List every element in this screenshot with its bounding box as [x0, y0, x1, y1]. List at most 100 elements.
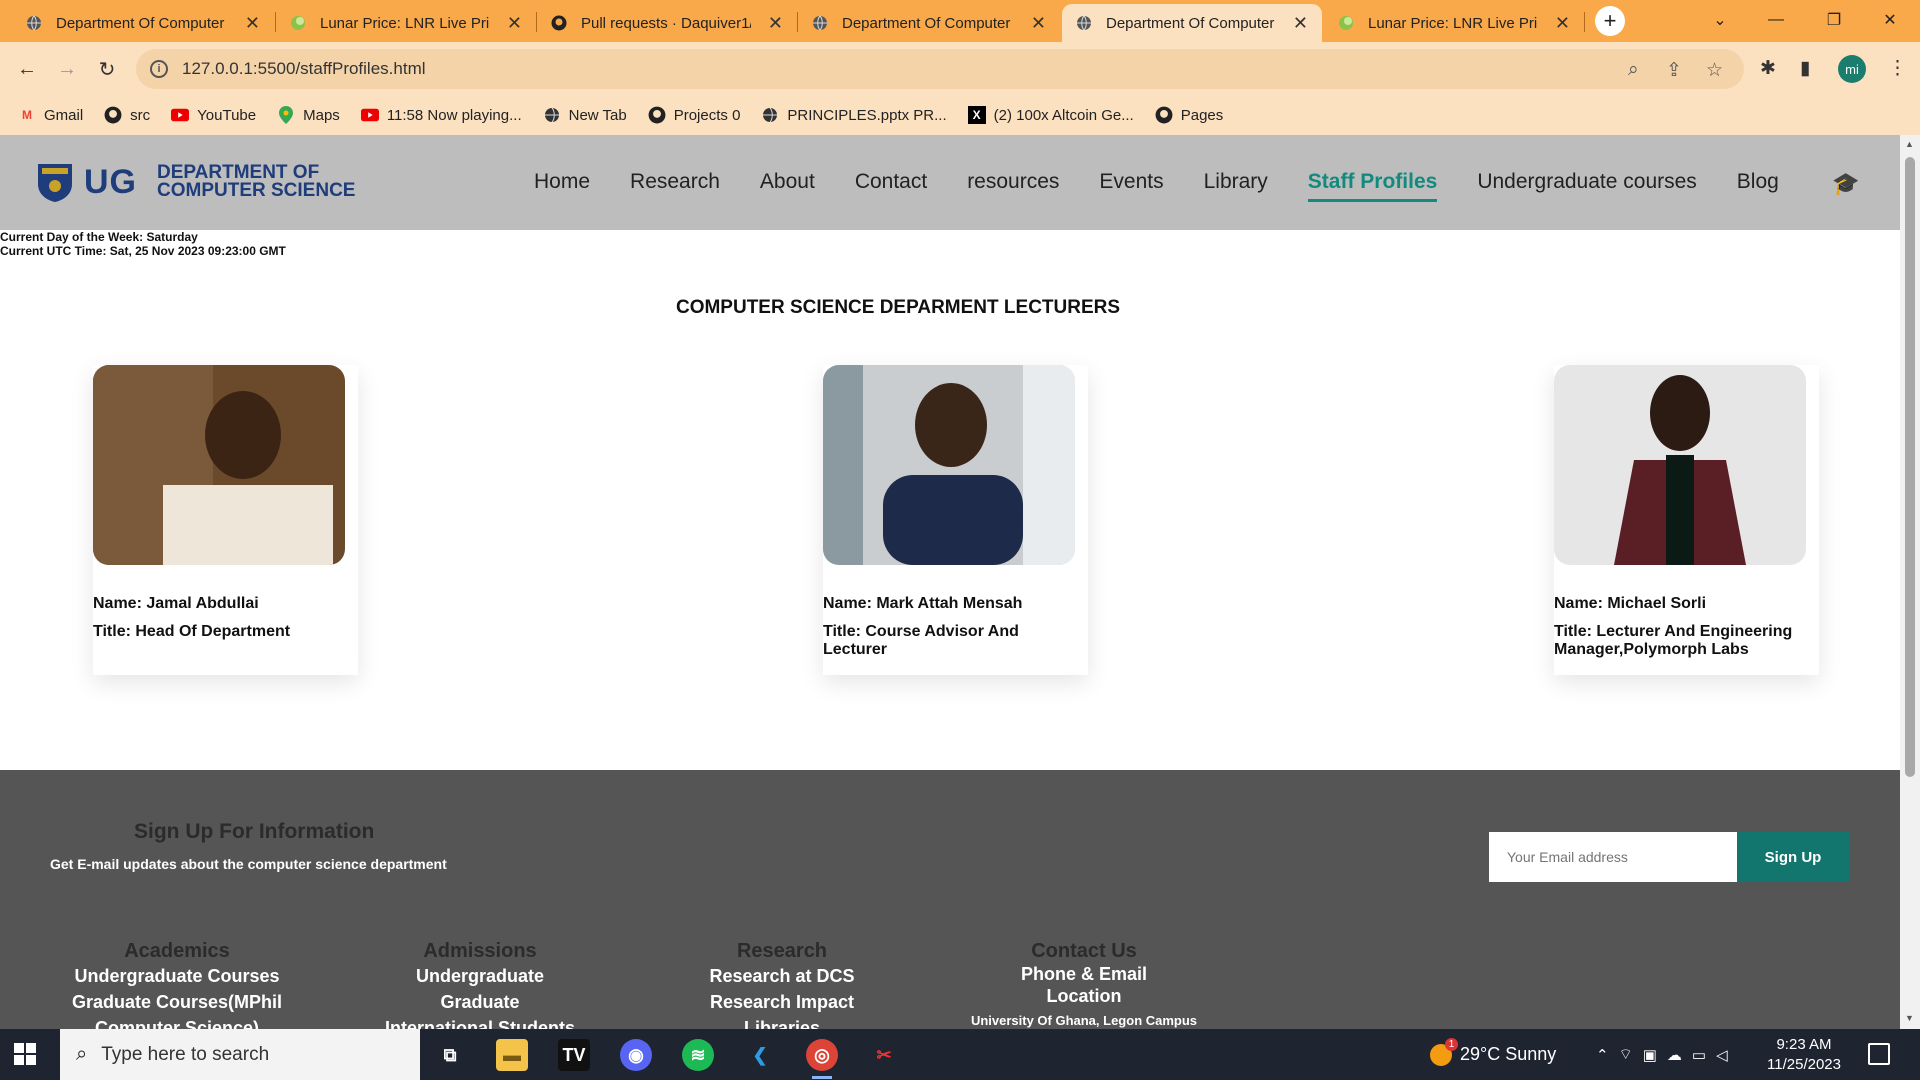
email-field[interactable]: [1489, 832, 1737, 882]
bookmark-new-tab[interactable]: New Tab: [543, 106, 627, 124]
star-icon[interactable]: ☆: [1706, 59, 1723, 82]
tradingview-icon[interactable]: TV: [558, 1039, 590, 1071]
footer-link[interactable]: Undergraduate: [350, 963, 610, 989]
scroll-thumb[interactable]: [1905, 157, 1915, 777]
close-window-button[interactable]: ✕: [1862, 0, 1918, 40]
battery-icon[interactable]: ▭: [1692, 1046, 1716, 1064]
share-icon[interactable]: ⇪: [1666, 59, 1682, 82]
bookmark-youtube[interactable]: YouTube: [171, 106, 256, 124]
zoom-icon[interactable]: ⌕: [1628, 59, 1639, 81]
close-icon[interactable]: ✕: [1293, 13, 1308, 34]
ug-crest-icon: [38, 164, 72, 202]
spotify-icon[interactable]: ≋: [682, 1039, 714, 1071]
tab-5-active[interactable]: Department Of Computer ✕: [1062, 4, 1322, 42]
tab-title: Department Of Computer: [56, 14, 225, 32]
windows-start-icon[interactable]: [14, 1043, 36, 1065]
footer-link[interactable]: International Students: [350, 1015, 610, 1029]
footer-link[interactable]: Libraries: [652, 1015, 912, 1029]
kebab-menu-icon[interactable]: ⋮: [1888, 57, 1907, 80]
profile-avatar[interactable]: mi: [1838, 55, 1866, 83]
file-explorer-icon[interactable]: ▬: [496, 1039, 528, 1071]
tab-1[interactable]: Department Of Computer ✕: [12, 4, 274, 42]
task-view-icon[interactable]: ⧉: [434, 1039, 466, 1071]
bookmark-pages[interactable]: Pages: [1155, 106, 1223, 124]
nav-resources[interactable]: resources: [967, 170, 1059, 194]
footer-link[interactable]: Graduate: [350, 989, 610, 1015]
bookmark-label: Maps: [303, 106, 340, 124]
nav-library[interactable]: Library: [1204, 170, 1268, 194]
browser-toolbar: ← → ↻ i 127.0.0.1:5500/staffProfiles.htm…: [0, 42, 1920, 96]
onedrive-icon[interactable]: ☁: [1667, 1046, 1692, 1064]
github-icon: [551, 15, 567, 31]
close-icon[interactable]: ✕: [1031, 13, 1046, 34]
chrome-icon[interactable]: ◎: [806, 1039, 838, 1071]
sign-up-button[interactable]: Sign Up: [1737, 832, 1849, 882]
bookmark-gmail[interactable]: M Gmail: [18, 106, 83, 124]
tab-3[interactable]: Pull requests · Daquiver1/D ✕: [537, 4, 797, 42]
bookmark-now-playing[interactable]: 11:58 Now playing...: [360, 106, 522, 124]
nav-staff-profiles[interactable]: Staff Profiles: [1307, 170, 1437, 202]
extensions-icon[interactable]: ✱: [1760, 57, 1776, 80]
chevron-down-icon[interactable]: ⌄: [1692, 0, 1748, 40]
footer-link[interactable]: Undergraduate Courses: [47, 963, 307, 989]
url-text[interactable]: 127.0.0.1:5500/staffProfiles.html: [182, 59, 426, 79]
close-icon[interactable]: ✕: [768, 13, 783, 34]
nav-home[interactable]: Home: [534, 170, 590, 194]
nav-blog[interactable]: Blog: [1737, 170, 1779, 194]
graduation-cap-icon[interactable]: 🎓: [1832, 171, 1859, 197]
chevron-up-icon[interactable]: ⌃: [1596, 1046, 1619, 1064]
network-icon[interactable]: ⌔: [1619, 1045, 1643, 1064]
nav-research[interactable]: Research: [630, 170, 720, 194]
weather-widget[interactable]: 1 29°C Sunny: [1430, 1029, 1556, 1080]
scroll-down-icon[interactable]: ▼: [1905, 1013, 1914, 1023]
page-scrollbar[interactable]: ▲ ▼: [1900, 135, 1920, 1029]
staff-title: Title: Lecturer And Engineering Manager,…: [1554, 623, 1793, 658]
close-icon[interactable]: ✕: [245, 13, 260, 34]
address-bar[interactable]: i 127.0.0.1:5500/staffProfiles.html ⌕ ⇪ …: [136, 49, 1744, 89]
clock-date: 11/25/2023: [1767, 1056, 1841, 1073]
nav-undergraduate-courses[interactable]: Undergraduate courses: [1477, 170, 1696, 194]
forward-arrow-icon[interactable]: →: [51, 53, 83, 85]
notification-icon[interactable]: [1868, 1043, 1890, 1065]
taskbar-search[interactable]: ⌕ Type here to search: [60, 1029, 420, 1080]
volume-icon[interactable]: ◁: [1716, 1046, 1738, 1064]
tab-6[interactable]: Lunar Price: LNR Live Price ✕: [1324, 4, 1584, 42]
reload-icon[interactable]: ↻: [91, 53, 123, 85]
tab-2[interactable]: Lunar Price: LNR Live Price ✕: [276, 4, 536, 42]
back-arrow-icon[interactable]: ←: [11, 53, 43, 85]
nav-about[interactable]: About: [760, 170, 815, 194]
bookmark-projects[interactable]: Projects 0: [648, 106, 740, 124]
footer-link[interactable]: Computer Science): [47, 1015, 307, 1029]
bookmark-src[interactable]: src: [104, 106, 150, 124]
bookmark-maps[interactable]: Maps: [277, 106, 340, 124]
snipping-tool-icon[interactable]: ✂: [868, 1039, 900, 1071]
tab-4[interactable]: Department Of Computer ✕: [798, 4, 1060, 42]
footer-link[interactable]: Location: [954, 985, 1214, 1007]
info-icon[interactable]: i: [150, 60, 168, 78]
minimize-button[interactable]: —: [1748, 0, 1804, 40]
system-tray-icons[interactable]: ⌃ ⌔ ▣ ☁ ▭ ◁: [1596, 1029, 1738, 1080]
bookmark-altcoin[interactable]: X (2) 100x Altcoin Ge...: [967, 106, 1134, 124]
ug-logo[interactable]: UG DEPARTMENT OF COMPUTER SCIENCE: [36, 162, 355, 202]
vscode-icon[interactable]: ❮: [744, 1039, 776, 1071]
close-icon[interactable]: ✕: [507, 13, 522, 34]
taskbar-clock[interactable]: 9:23 AM 11/25/2023: [1754, 1035, 1854, 1075]
footer-link[interactable]: Research at DCS: [652, 963, 912, 989]
bookmark-principles[interactable]: PRINCIPLES.pptx PR...: [761, 106, 947, 124]
nav-contact[interactable]: Contact: [855, 170, 927, 194]
new-tab-button[interactable]: +: [1595, 6, 1625, 36]
footer-link[interactable]: Graduate Courses(MPhil: [47, 989, 307, 1015]
staff-name: Name: Michael Sorli: [1554, 595, 1707, 612]
footer-link[interactable]: Phone & Email: [954, 963, 1214, 985]
clock-time: 9:23 AM: [1776, 1036, 1832, 1053]
nav-events[interactable]: Events: [1099, 170, 1163, 194]
tab-title: Lunar Price: LNR Live Price: [1368, 14, 1538, 32]
restore-button[interactable]: ❐: [1806, 0, 1862, 40]
side-panel-icon[interactable]: ▮: [1800, 57, 1810, 80]
scroll-up-icon[interactable]: ▲: [1905, 139, 1914, 149]
discord-icon[interactable]: ◉: [620, 1039, 652, 1071]
footer-link[interactable]: Research Impact: [652, 989, 912, 1015]
close-icon[interactable]: ✕: [1555, 13, 1570, 34]
footer-col-research: Research Research at DCS Research Impact…: [652, 940, 912, 1029]
meet-icon[interactable]: ▣: [1643, 1046, 1667, 1064]
